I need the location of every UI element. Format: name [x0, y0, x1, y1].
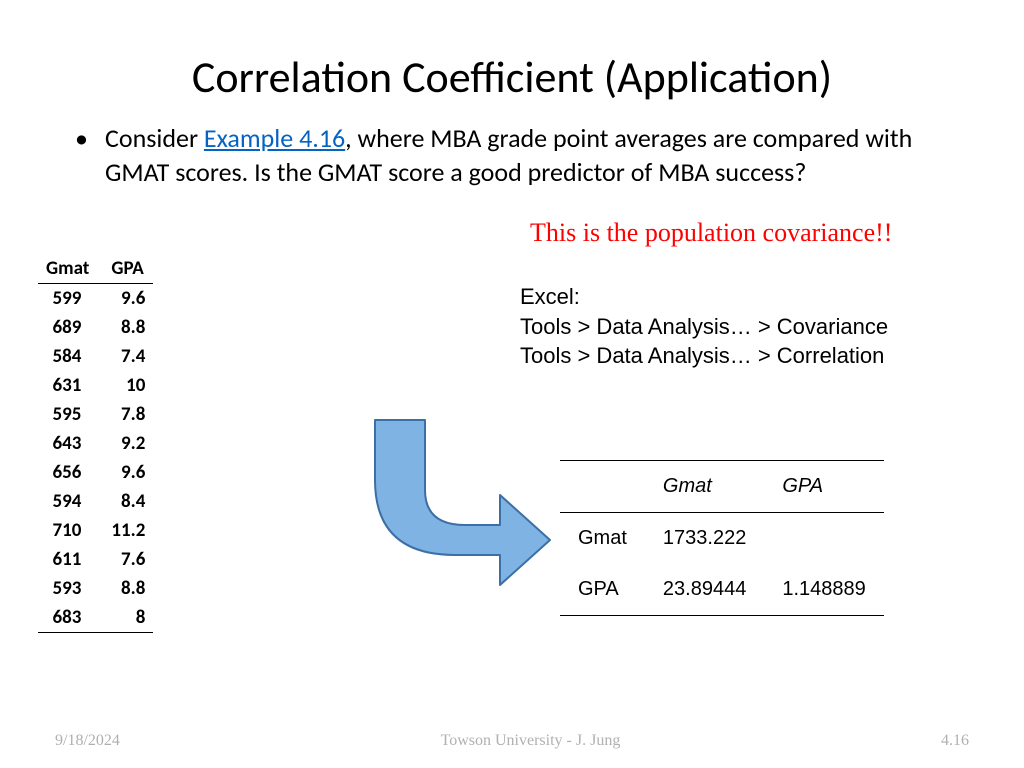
cov-header-row: Gmat GPA	[560, 461, 884, 513]
excel-line-1: Tools > Data Analysis… > Covariance	[520, 312, 888, 342]
table-row: 63110	[38, 371, 153, 400]
excel-instructions: Excel: Tools > Data Analysis… > Covarian…	[520, 282, 888, 371]
table-row: 6117.6	[38, 545, 153, 574]
covariance-note: This is the population covariance!!	[530, 218, 892, 248]
table-row: 5999.6	[38, 284, 153, 314]
table-row: 5938.8	[38, 574, 153, 603]
data-header-gpa: GPA	[103, 254, 153, 284]
table-row: 6898.8	[38, 313, 153, 342]
slide: Correlation Coefficient (Application) Co…	[0, 0, 1024, 768]
cov-header-gmat: Gmat	[645, 461, 764, 513]
cov-header-empty	[560, 461, 645, 513]
data-table-body: 5999.6 6898.8 5847.4 63110 5957.8 6439.2…	[38, 284, 153, 633]
data-table-header-row: Gmat GPA	[38, 254, 153, 284]
slide-title: Correlation Coefficient (Application)	[40, 50, 984, 104]
footer: 9/18/2024 Towson University - J. Jung 4.…	[0, 732, 1024, 750]
bullet-pre: Consider	[105, 122, 204, 154]
table-row: 5847.4	[38, 342, 153, 371]
table-row: 71011.2	[38, 516, 153, 545]
table-row: 5957.8	[38, 400, 153, 429]
table-row: 6569.6	[38, 458, 153, 487]
cov-row-label: Gmat	[560, 513, 645, 565]
cov-cell: 23.89444	[645, 564, 764, 616]
bullet-point: Consider Example 4.16, where MBA grade p…	[40, 122, 984, 190]
cov-cell	[764, 513, 883, 565]
data-header-gmat: Gmat	[38, 254, 103, 284]
cov-cell: 1.148889	[764, 564, 883, 616]
table-row: 6838	[38, 603, 153, 633]
example-link[interactable]: Example 4.16	[204, 122, 345, 154]
arrow-icon	[345, 410, 555, 600]
excel-title: Excel:	[520, 282, 888, 312]
data-table: Gmat GPA 5999.6 6898.8 5847.4 63110 5957…	[38, 254, 153, 633]
cov-row: GPA 23.89444 1.148889	[560, 564, 884, 616]
table-row: 6439.2	[38, 429, 153, 458]
footer-date: 9/18/2024	[55, 732, 120, 750]
footer-page: 4.16	[941, 732, 969, 750]
cov-header-gpa: GPA	[764, 461, 883, 513]
covariance-table: Gmat GPA Gmat 1733.222 GPA 23.89444 1.14…	[560, 460, 884, 616]
excel-line-2: Tools > Data Analysis… > Correlation	[520, 341, 888, 371]
footer-center: Towson University - J. Jung	[441, 732, 621, 750]
cov-row: Gmat 1733.222	[560, 513, 884, 565]
cov-row-label: GPA	[560, 564, 645, 616]
table-row: 5948.4	[38, 487, 153, 516]
cov-cell: 1733.222	[645, 513, 764, 565]
